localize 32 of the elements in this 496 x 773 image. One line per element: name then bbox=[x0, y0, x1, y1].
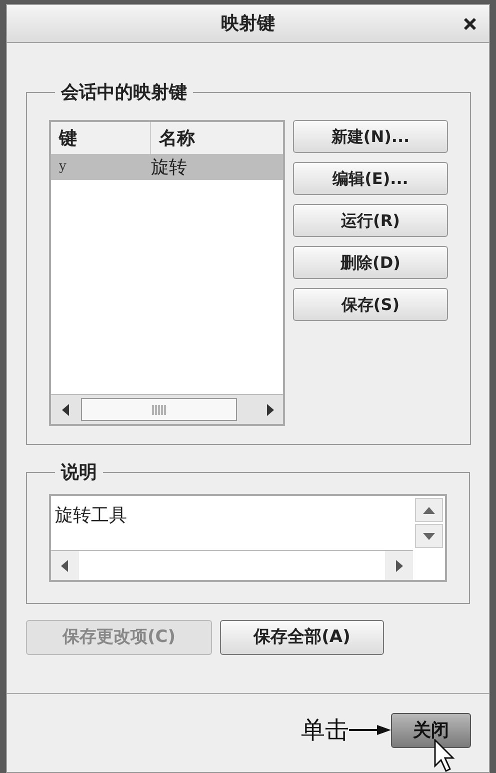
row-key: y bbox=[51, 157, 151, 177]
dialog-button[interactable]: 新建(N)... bbox=[293, 120, 448, 153]
down-arrow-icon[interactable] bbox=[423, 532, 435, 540]
grip-icon bbox=[152, 404, 166, 414]
scrollbar-thumb[interactable] bbox=[81, 398, 237, 421]
description-field[interactable]: 旋转工具 bbox=[49, 494, 447, 582]
close-icon[interactable] bbox=[463, 17, 477, 31]
list-row[interactable]: y 旋转 bbox=[51, 154, 283, 180]
group-title: 说明 bbox=[61, 462, 97, 483]
window-title: 映射键 bbox=[221, 12, 275, 36]
up-arrow-icon[interactable] bbox=[423, 506, 435, 514]
horizontal-scrollbar[interactable] bbox=[51, 394, 283, 424]
arrow-icon bbox=[349, 724, 391, 736]
column-header[interactable]: 名称 bbox=[151, 122, 283, 154]
annotation-text: 单击 bbox=[301, 715, 349, 746]
horizontal-scrollbar[interactable] bbox=[51, 550, 413, 580]
close-button[interactable]: 关闭 bbox=[391, 712, 471, 748]
left-arrow-icon[interactable] bbox=[62, 404, 70, 416]
action-button[interactable]: 保存全部(A) bbox=[220, 620, 384, 655]
right-arrow-icon[interactable] bbox=[266, 404, 274, 416]
key-list[interactable]: 键 名称 y 旋转 bbox=[49, 120, 285, 426]
row-name: 旋转 bbox=[151, 156, 187, 180]
dialog-button[interactable]: 编辑(E)... bbox=[293, 162, 448, 195]
dialog-button[interactable]: 运行(R) bbox=[293, 204, 448, 237]
left-arrow-icon[interactable] bbox=[61, 560, 69, 572]
description-text: 旋转工具 bbox=[55, 505, 127, 526]
action-button: 保存更改项(C) bbox=[26, 620, 212, 655]
cursor-icon bbox=[433, 739, 455, 773]
group-title: 会话中的映射键 bbox=[61, 82, 187, 103]
right-arrow-icon[interactable] bbox=[395, 560, 403, 572]
dialog-button[interactable]: 保存(S) bbox=[293, 288, 448, 321]
dialog-button[interactable]: 删除(D) bbox=[293, 246, 448, 279]
